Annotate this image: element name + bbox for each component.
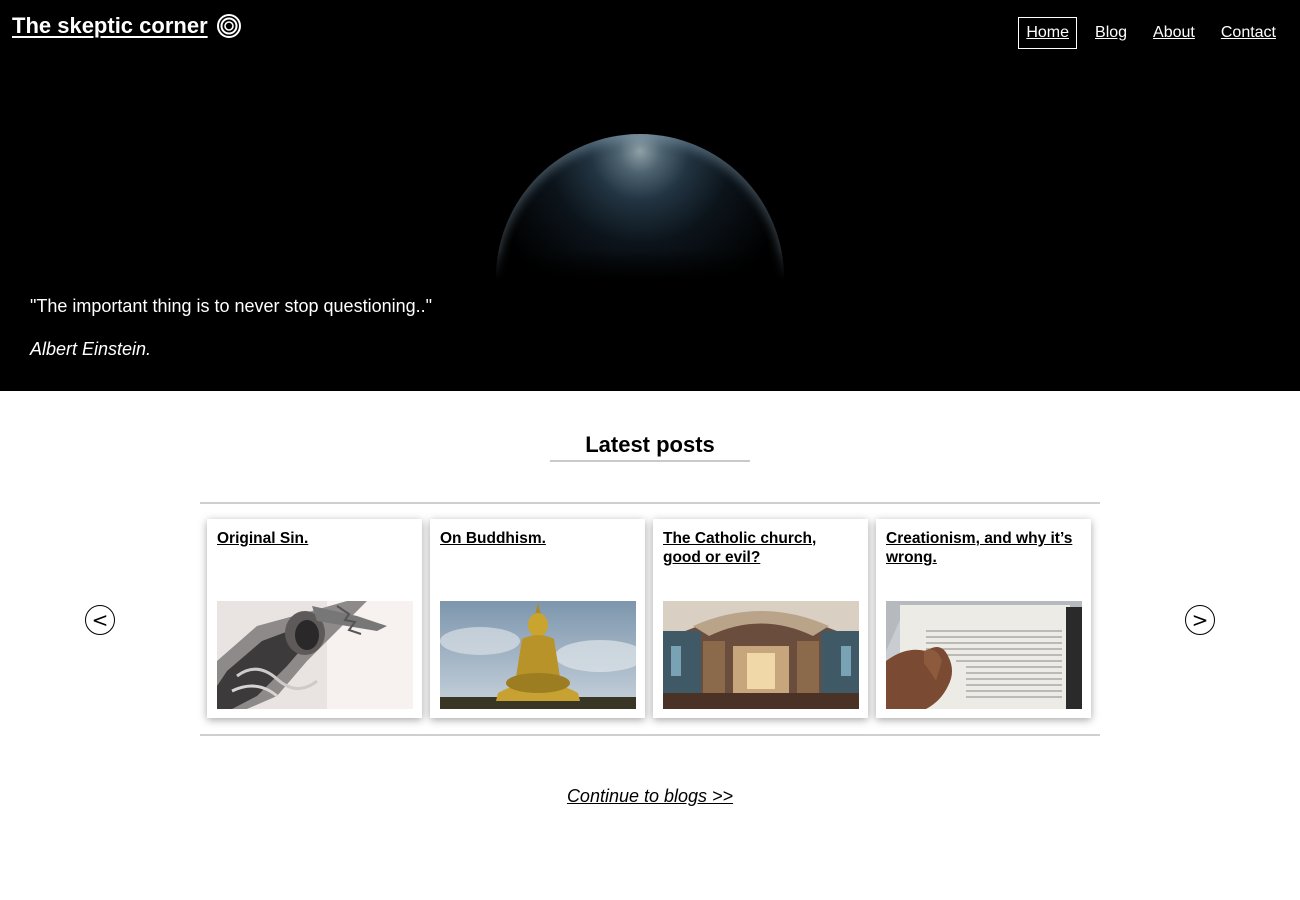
hero-quote: "The important thing is to never stop qu… <box>30 296 433 316</box>
cathedral-interior-image <box>663 601 859 709</box>
carousel-top-divider <box>200 502 1100 504</box>
latest-posts-heading: Latest posts <box>585 432 715 457</box>
continue-to-blogs-wrapper: Continue to blogs >> <box>0 786 1300 807</box>
post-card[interactable]: The Catholic church, good or evil? <box>653 519 868 718</box>
spiral-logo-icon <box>216 14 241 38</box>
post-card[interactable]: On Buddhism. <box>430 519 645 718</box>
crucifix-statue-image <box>217 601 413 709</box>
post-carousel: Original Sin. On Buddhism. The Catholic … <box>207 519 1091 718</box>
post-title-link[interactable]: Original Sin. <box>217 529 412 601</box>
bible-genesis-image <box>886 601 1082 709</box>
carousel-prev-button[interactable]: < <box>85 605 115 635</box>
brand: The skeptic corner <box>12 13 242 39</box>
nav-blog-link[interactable]: Blog <box>1087 17 1135 49</box>
carousel-bottom-divider <box>200 734 1100 736</box>
post-card[interactable]: Creationism, and why it’s wrong. <box>876 519 1091 718</box>
nav-about-link[interactable]: About <box>1145 17 1203 49</box>
golden-buddha-image <box>440 601 636 709</box>
nav-contact-link[interactable]: Contact <box>1213 17 1284 49</box>
site-title-link[interactable]: The skeptic corner <box>12 13 208 39</box>
carousel-next-button[interactable]: > <box>1185 605 1215 635</box>
post-title-link[interactable]: Creationism, and why it’s wrong. <box>886 529 1081 601</box>
hero-banner: The skeptic corner Home Blog About Conta… <box>0 0 1300 391</box>
continue-to-blogs-link[interactable]: Continue to blogs >> <box>567 786 733 806</box>
hero-quote-author: Albert Einstein. <box>30 339 152 359</box>
main-nav: Home Blog About Contact <box>1018 17 1284 49</box>
heading-underline <box>550 460 750 462</box>
post-title-link[interactable]: On Buddhism. <box>440 529 635 601</box>
post-title-link[interactable]: The Catholic church, good or evil? <box>663 529 858 601</box>
nav-home-link[interactable]: Home <box>1018 17 1078 49</box>
post-card[interactable]: Original Sin. <box>207 519 422 718</box>
